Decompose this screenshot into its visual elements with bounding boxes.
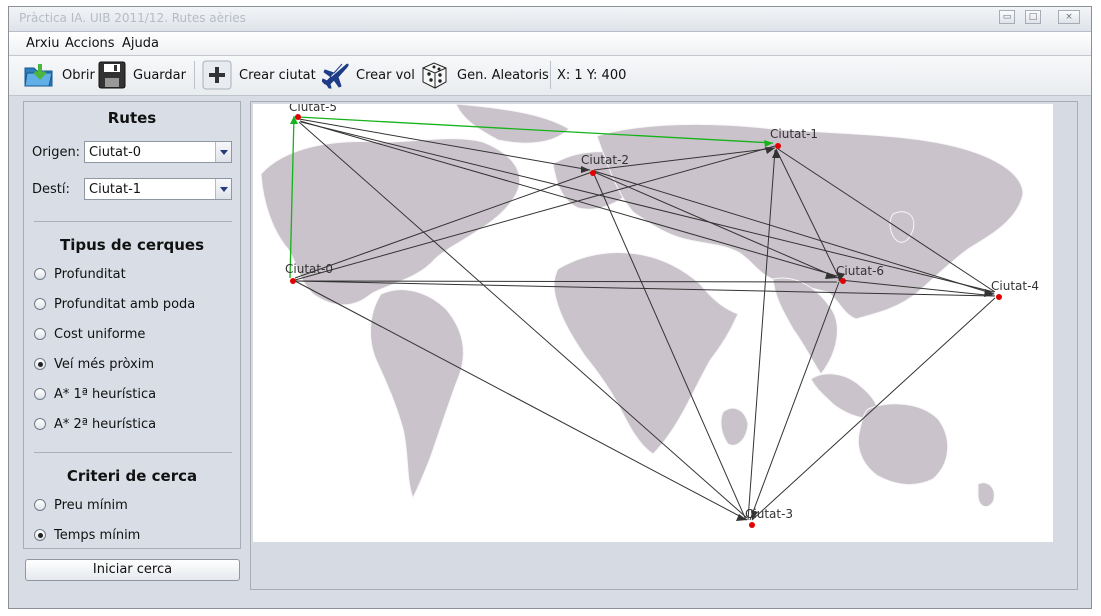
destination-label: Destí: <box>32 182 70 197</box>
create-city-button[interactable]: Crear ciutat <box>202 60 316 90</box>
criteria-title: Criteri de cerca <box>66 467 198 485</box>
search-type-label: A* 2ª heurística <box>54 416 157 432</box>
dice-icon <box>419 60 450 91</box>
search-type-option[interactable]: A* 2ª heurística <box>34 414 156 434</box>
search-type-option[interactable]: Cost uniforme <box>34 324 145 344</box>
city-marker[interactable] <box>840 278 846 284</box>
open-button[interactable]: Obrir <box>23 61 95 89</box>
maximize-button[interactable]: □ <box>1025 10 1041 24</box>
menu-accions[interactable]: Accions <box>65 36 115 51</box>
create-flight-button[interactable]: Crear vol <box>321 61 415 89</box>
open-folder-icon <box>23 61 55 89</box>
destination-value: Ciutat-1 <box>89 182 142 197</box>
search-type-option[interactable]: Profunditat amb poda <box>34 294 195 314</box>
criteria-label: Preu mínim <box>54 497 128 513</box>
radio-button[interactable] <box>34 298 46 310</box>
search-type-option[interactable]: Veí més pròxim <box>34 354 154 374</box>
map-panel: Ciutat-0 Ciutat-1 Ciutat-2 Ciutat-3 Ciut… <box>250 101 1078 590</box>
save-label: Guardar <box>133 67 186 83</box>
search-type-label: Veí més pròxim <box>54 356 155 372</box>
toolbar-separator <box>194 61 195 89</box>
city-marker[interactable] <box>996 294 1002 300</box>
radio-button[interactable] <box>34 418 46 430</box>
city-label: Ciutat-4 <box>991 279 1039 293</box>
window-title: Pràctica IA. UIB 2011/12. Rutes aèries <box>19 11 246 25</box>
chevron-down-icon[interactable] <box>215 179 231 199</box>
world-map-svg: Ciutat-0 Ciutat-1 Ciutat-2 Ciutat-3 Ciut… <box>260 104 1039 528</box>
menu-ajuda[interactable]: Ajuda <box>122 36 159 51</box>
radio-button[interactable] <box>34 268 46 280</box>
application-window: Pràctica IA. UIB 2011/12. Rutes aèries ▭… <box>8 6 1092 609</box>
radio-button-selected[interactable] <box>34 358 46 370</box>
city-marker[interactable] <box>295 114 301 120</box>
city-marker[interactable] <box>290 278 296 284</box>
radio-button-selected[interactable] <box>34 529 46 541</box>
create-city-label: Crear ciutat <box>239 67 316 83</box>
search-type-label: Profunditat <box>54 266 126 282</box>
search-type-option[interactable]: A* 1ª heurística <box>34 384 156 404</box>
city-label: Ciutat-6 <box>836 264 884 278</box>
routes-title: Rutes <box>107 109 157 127</box>
toolbar: Obrir Guardar Crear ciutat Crear vol Gen… <box>9 56 1091 96</box>
search-type-label: Profunditat amb poda <box>54 296 196 312</box>
radio-button[interactable] <box>34 388 46 400</box>
city-label: Ciutat-5 <box>289 104 337 114</box>
radio-button[interactable] <box>34 328 46 340</box>
world-map-canvas[interactable]: Ciutat-0 Ciutat-1 Ciutat-2 Ciutat-3 Ciut… <box>253 104 1053 542</box>
route-controls-panel: Rutes Origen: Ciutat-0 Destí: Ciutat-1 T… <box>23 101 241 549</box>
city-label: Ciutat-3 <box>745 507 793 521</box>
search-type-label: A* 1ª heurística <box>54 386 157 402</box>
menu-arxiu[interactable]: Arxiu <box>26 36 59 51</box>
save-button[interactable]: Guardar <box>98 61 186 89</box>
city-marker[interactable] <box>775 143 781 149</box>
random-label: Gen. Aleatoris <box>457 67 549 83</box>
city-label: Ciutat-2 <box>581 153 629 167</box>
search-type-label: Cost uniforme <box>54 326 146 342</box>
chevron-down-icon[interactable] <box>215 142 231 162</box>
origin-value: Ciutat-0 <box>89 145 142 160</box>
search-types-title: Tipus de cerques <box>59 236 205 254</box>
radio-button[interactable] <box>34 499 46 511</box>
origin-select[interactable]: Ciutat-0 <box>84 141 232 163</box>
divider <box>34 452 232 453</box>
mouse-coordinates: X: 1 Y: 400 <box>557 68 627 83</box>
close-button[interactable]: × <box>1058 10 1080 24</box>
criteria-option[interactable]: Temps mínim <box>34 525 140 545</box>
criteria-label: Temps mínim <box>54 527 141 543</box>
save-disk-icon <box>98 61 126 89</box>
airplane-icon <box>321 61 349 89</box>
random-generator-button[interactable]: Gen. Aleatoris <box>419 61 549 89</box>
toolbar-separator-2 <box>550 61 551 89</box>
city-marker[interactable] <box>749 522 755 528</box>
plus-icon <box>202 60 232 90</box>
create-flight-label: Crear vol <box>356 67 415 83</box>
city-marker[interactable] <box>590 170 596 176</box>
start-search-button[interactable]: Iniciar cerca <box>25 559 240 581</box>
search-type-option[interactable]: Profunditat <box>34 264 126 284</box>
origin-label: Origen: <box>32 145 81 160</box>
title-bar: Pràctica IA. UIB 2011/12. Rutes aèries ▭… <box>9 7 1091 32</box>
minimize-button[interactable]: ▭ <box>999 10 1015 24</box>
menu-bar: Arxiu Accions Ajuda <box>9 32 1091 56</box>
city-label: Ciutat-0 <box>285 262 333 276</box>
destination-select[interactable]: Ciutat-1 <box>84 178 232 200</box>
city-label: Ciutat-1 <box>770 127 818 141</box>
open-label: Obrir <box>62 67 95 83</box>
criteria-option[interactable]: Preu mínim <box>34 495 128 515</box>
route-ciutat-3-ciutat-4 <box>751 297 996 521</box>
divider <box>34 221 232 222</box>
